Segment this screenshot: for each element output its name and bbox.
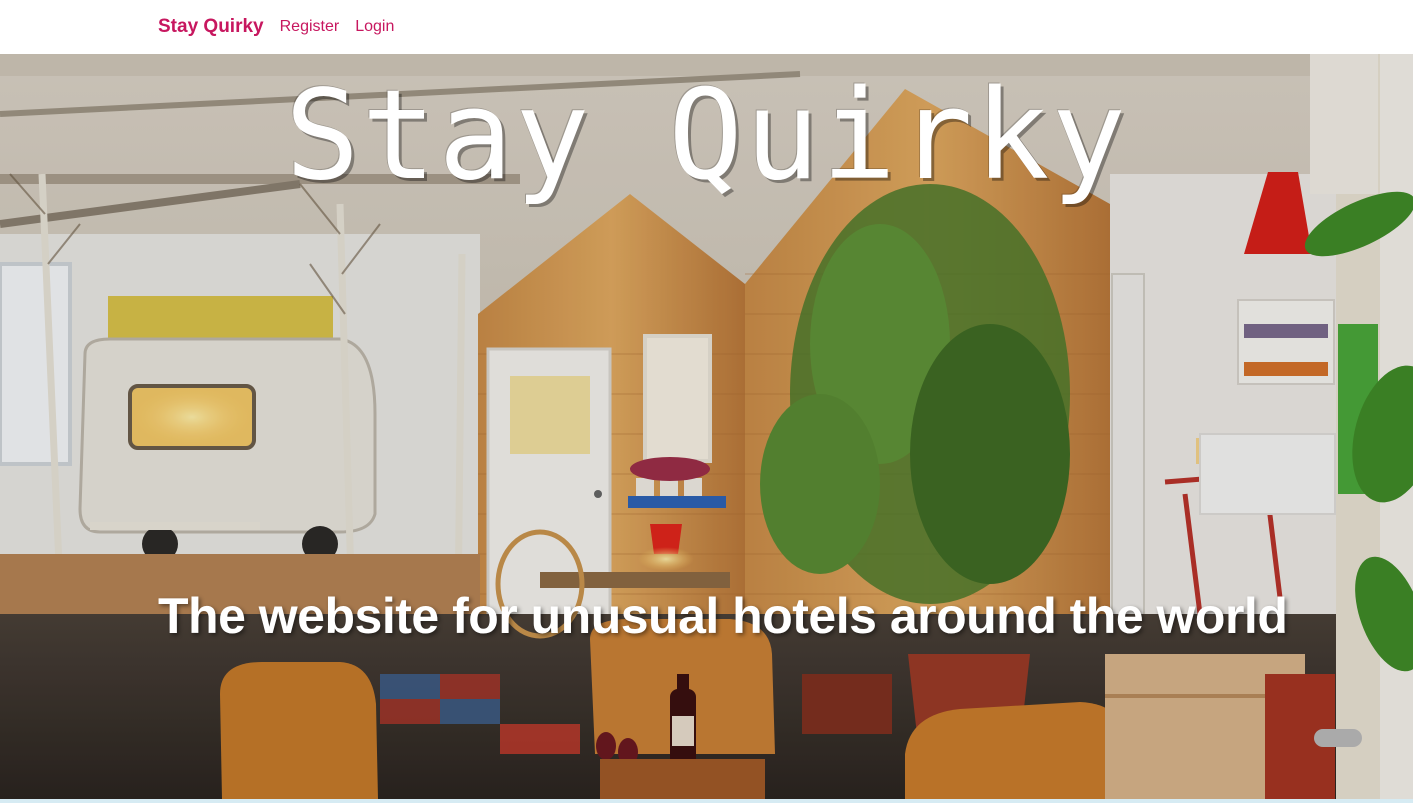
hero-section: Stay Quirky The website for unusual hote…: [0, 54, 1413, 799]
hero-title: Stay Quirky: [284, 64, 1129, 208]
brand-link[interactable]: Stay Quirky: [158, 16, 264, 38]
page-bottom-edge: [0, 799, 1413, 803]
login-link[interactable]: Login: [355, 18, 394, 36]
top-navbar: Stay Quirky Register Login: [0, 0, 1413, 54]
hero-subtitle: The website for unusual hotels around th…: [158, 588, 1288, 644]
register-link[interactable]: Register: [280, 18, 340, 36]
